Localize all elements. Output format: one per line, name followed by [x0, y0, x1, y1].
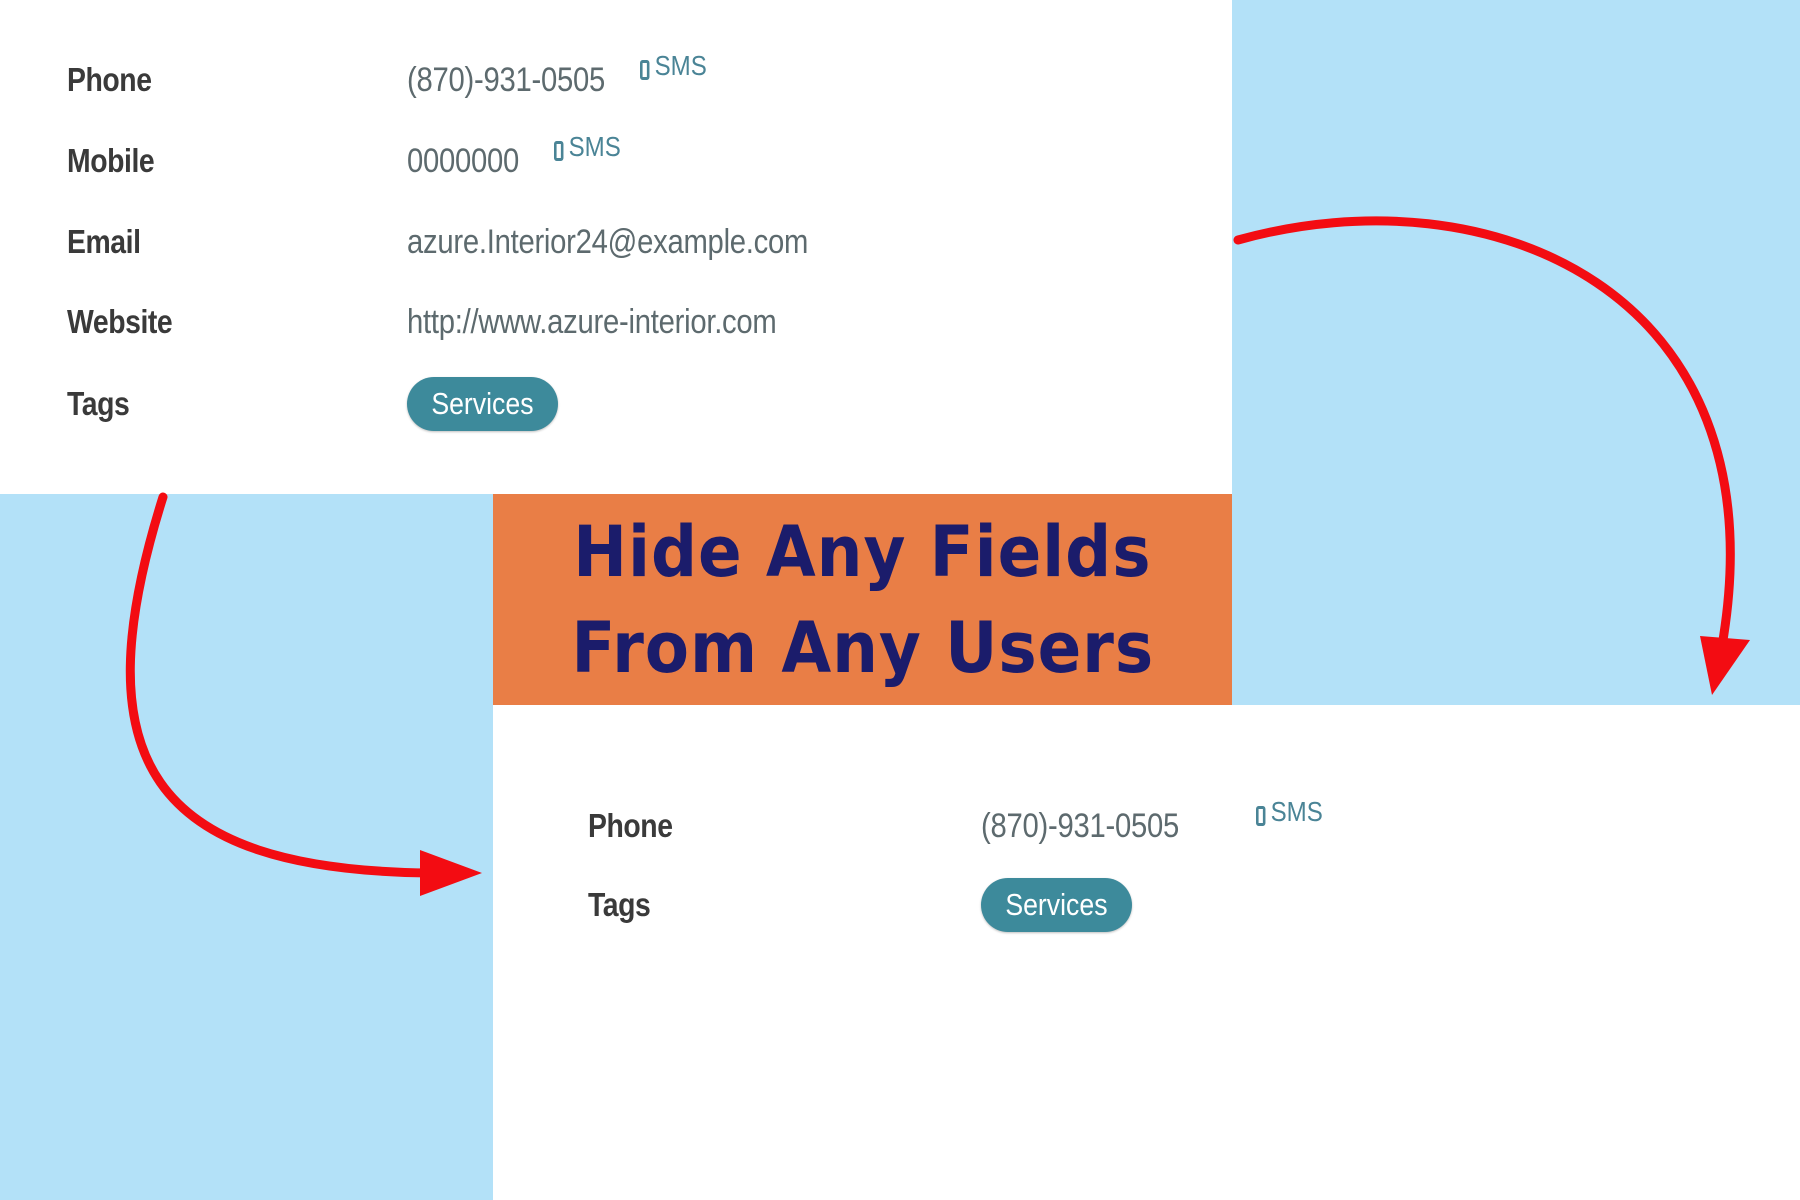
- arrow-curve-left: [125, 492, 435, 878]
- arrowhead-left-icon: [420, 850, 482, 896]
- arrow-curve-right: [1233, 216, 1735, 645]
- curved-arrow-left: [125, 492, 482, 896]
- arrows-overlay: [125, 216, 1750, 896]
- curved-arrow-right: [1233, 216, 1750, 695]
- arrowhead-right-icon: [1700, 636, 1750, 695]
